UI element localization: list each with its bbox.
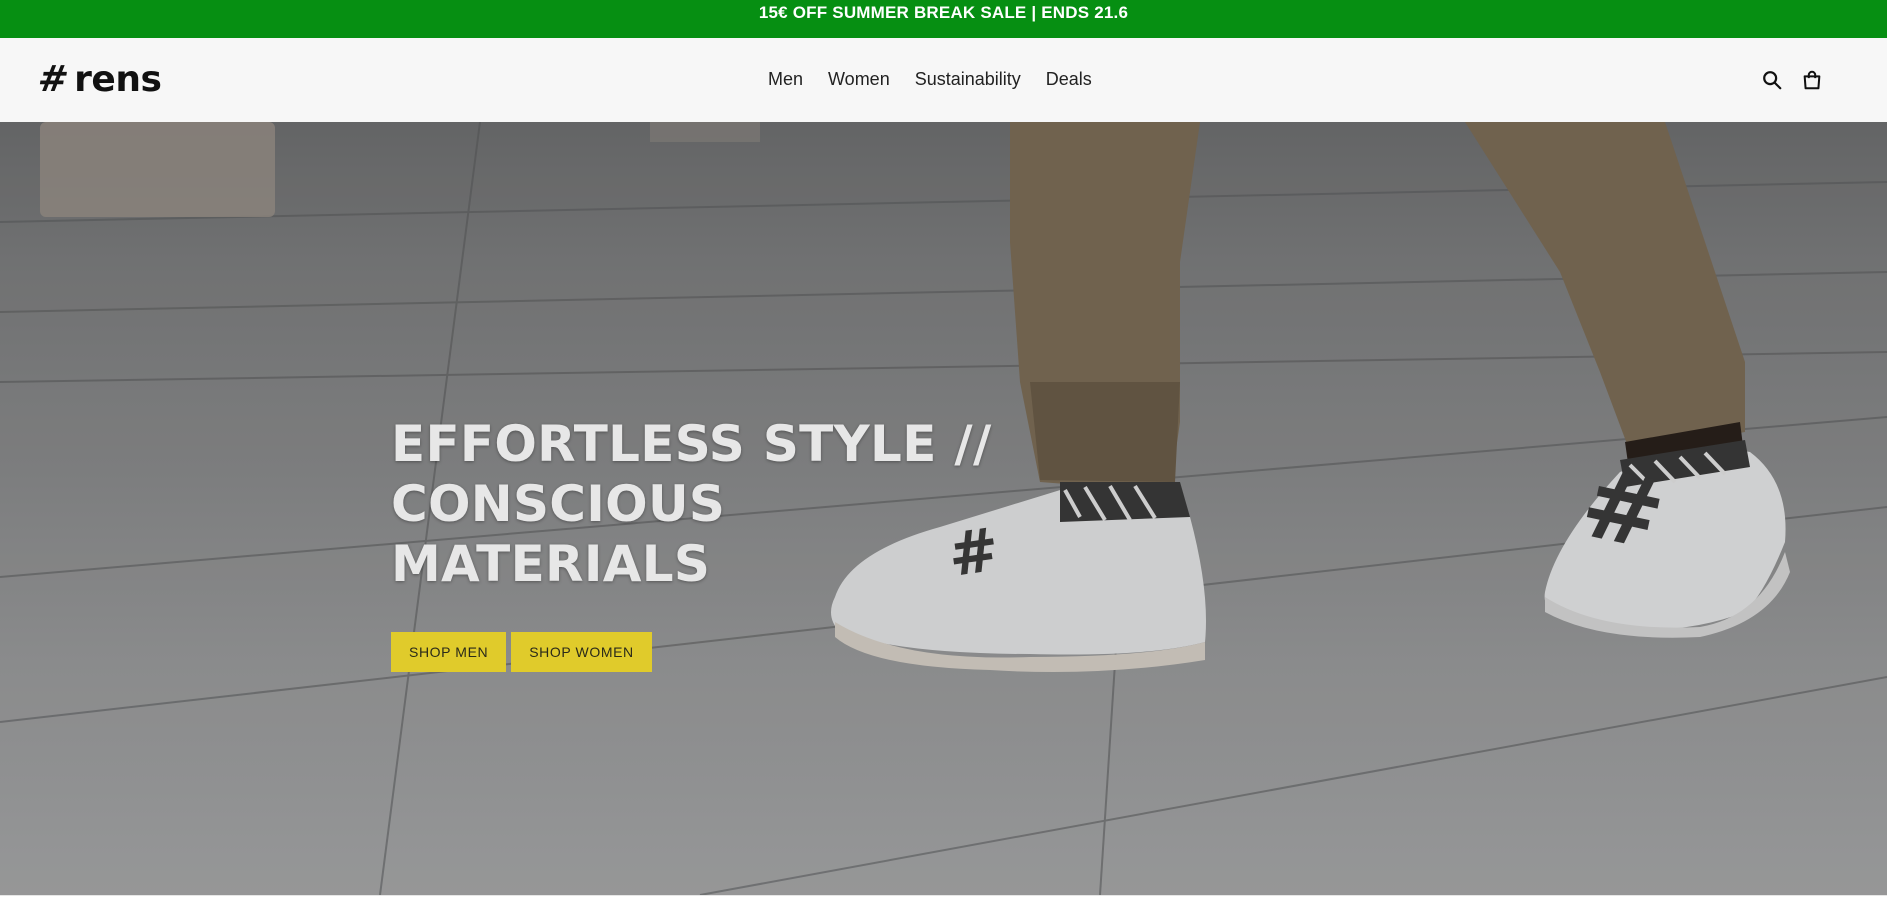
search-icon[interactable]: [1760, 68, 1784, 92]
hero-title-line2: MATERIALS: [391, 535, 711, 593]
hero-content: EFFORTLESS STYLE // CONSCIOUS MATERIALS …: [391, 414, 1291, 672]
hero-buttons: SHOP MEN SHOP WOMEN: [391, 632, 1291, 672]
hero-title: EFFORTLESS STYLE // CONSCIOUS MATERIALS: [391, 414, 1291, 594]
nav-item-men[interactable]: Men: [768, 68, 803, 90]
cart-icon[interactable]: [1800, 68, 1824, 92]
nav-item-women[interactable]: Women: [828, 68, 890, 90]
logo[interactable]: # rens: [35, 59, 162, 100]
nav-item-deals[interactable]: Deals: [1046, 68, 1092, 90]
logo-mark: #: [35, 59, 72, 100]
announcement-bar: 15€ OFF SUMMER BREAK SALE | ENDS 21.6: [0, 0, 1887, 38]
announcement-text: 15€ OFF SUMMER BREAK SALE | ENDS 21.6: [758, 3, 1129, 22]
shop-women-button[interactable]: SHOP WOMEN: [511, 632, 652, 672]
main-nav: Men Women Sustainability Deals: [768, 68, 1117, 90]
hero-banner: # # EFFORTLESS STYLE // CONSCIOUS MATERI…: [0, 122, 1887, 895]
site-header: # rens Men Women Sustainability Deals: [0, 38, 1887, 122]
shop-men-button[interactable]: SHOP MEN: [391, 632, 507, 672]
hero-title-line1: EFFORTLESS STYLE // CONSCIOUS: [391, 415, 992, 533]
nav-item-sustainability[interactable]: Sustainability: [915, 68, 1021, 90]
header-actions: [1760, 68, 1824, 92]
logo-wordmark: rens: [74, 59, 162, 100]
